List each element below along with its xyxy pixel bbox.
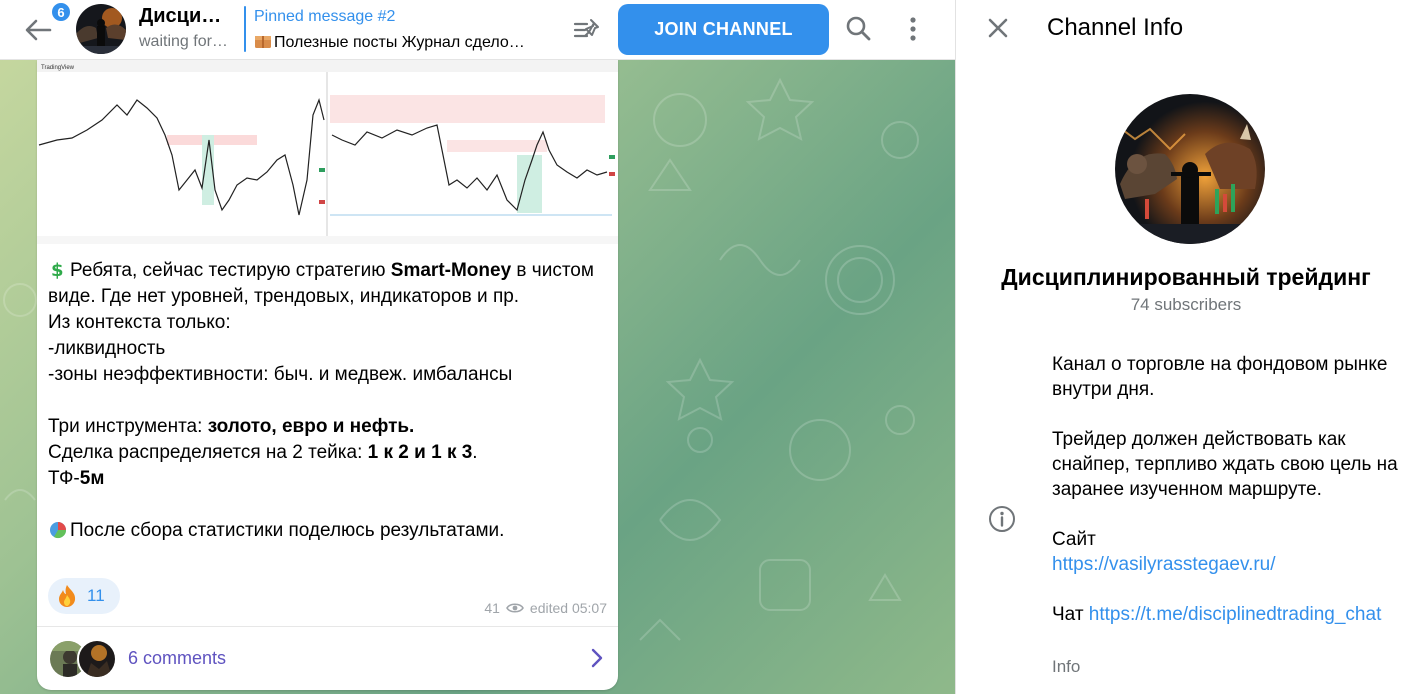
eye-icon (505, 603, 524, 613)
pinned-list-icon[interactable] (571, 14, 603, 46)
commenter-avatar (77, 639, 117, 679)
channel-info-panel: Channel Info Дисциплинированный трейдинг… (955, 0, 1415, 694)
more-vertical-icon[interactable] (896, 12, 930, 46)
pinned-indicator-bar (244, 6, 246, 52)
message-line: ТФ-5м (48, 468, 105, 489)
message-blank (48, 388, 608, 414)
info-caption: Info (1052, 657, 1081, 676)
chat-header: 6 Дисци… waiting for… Pinned message #2 … (0, 0, 955, 60)
chevron-right-icon (591, 648, 603, 668)
message-paragraph-1: $ Ребята, сейчас тестирую стратегию Smart… (48, 260, 594, 307)
close-icon[interactable] (982, 12, 1014, 44)
comments-label: 6 comments (128, 648, 227, 668)
description-paragraph: Канал о торговле на фондовом рынке внутр… (1052, 354, 1388, 400)
channel-description: Канал о торговле на фондовом рынке внутр… (1052, 352, 1402, 652)
pinned-message-preview[interactable]: Полезные посты Журнал сдело… (254, 33, 525, 52)
svg-text:TradingView: TradingView (41, 65, 75, 71)
site-link[interactable]: https://vasilyrasstegaev.ru/ (1052, 554, 1276, 575)
channel-avatar[interactable] (76, 4, 126, 54)
message-line: Из контекста только: (48, 312, 231, 333)
chat-label: Чат (1052, 604, 1089, 625)
message-meta: 41 edited 05:07 (484, 600, 607, 616)
fire-emoji-icon (59, 585, 76, 607)
info-circle-icon (989, 506, 1015, 532)
package-emoji-icon (255, 36, 271, 48)
subscriber-count: 74 subscribers (1130, 295, 1242, 314)
unread-badge: 6 (50, 1, 72, 23)
comments-button[interactable]: 6 comments (37, 626, 618, 690)
site-block: Сайт https://vasilyrasstegaev.ru/ (1052, 527, 1402, 577)
channel-info-avatar[interactable] (1115, 94, 1265, 244)
fire-reaction-button[interactable]: 11 (48, 578, 120, 614)
chat-title[interactable]: Дисци… (139, 5, 221, 28)
message-line: -ликвидность (48, 338, 166, 359)
message-line: После сбора статистики поделюсь результа… (48, 518, 608, 544)
views-count: 41 (484, 600, 500, 616)
pie-chart-emoji-icon (50, 522, 67, 539)
message-text: $ Ребята, сейчас тестирую стратегию Smart… (48, 258, 608, 544)
chat-area: TradingView $ Ребята, сейчас тестирую стр… (0, 0, 955, 694)
chat-block: Чат https://t.me/disciplinedtrading_chat (1052, 602, 1402, 627)
edited-timestamp: edited 05:07 (529, 600, 607, 616)
message-line: -зоны неэффективности: быч. и медвеж. им… (48, 364, 513, 385)
svg-text:$: $ (51, 260, 64, 279)
trading-chart-screenshot[interactable]: TradingView (37, 60, 618, 244)
chat-link[interactable]: https://t.me/disciplinedtrading_chat (1089, 604, 1382, 625)
channel-name: Дисциплинированный трейдинг (1001, 264, 1371, 290)
message-line: Три инструмента: золото, евро и нефть. (48, 416, 415, 437)
dollar-emoji-icon: $ (51, 260, 64, 279)
reaction-count: 11 (87, 586, 105, 605)
channel-post: TradingView $ Ребята, сейчас тестирую стр… (37, 60, 618, 690)
pinned-message-title[interactable]: Pinned message #2 (254, 8, 395, 26)
panel-title: Channel Info (1047, 14, 1184, 41)
chat-status: waiting for… (139, 33, 228, 50)
join-channel-button[interactable]: JOIN CHANNEL (618, 4, 829, 55)
message-line: Сделка распределяется на 2 тейка: 1 к 2 … (48, 442, 478, 463)
message-blank (48, 492, 608, 518)
site-label: Сайт (1052, 529, 1096, 550)
description-paragraph: Трейдер должен действовать как снайпер, … (1052, 429, 1398, 500)
search-icon[interactable] (842, 12, 876, 46)
